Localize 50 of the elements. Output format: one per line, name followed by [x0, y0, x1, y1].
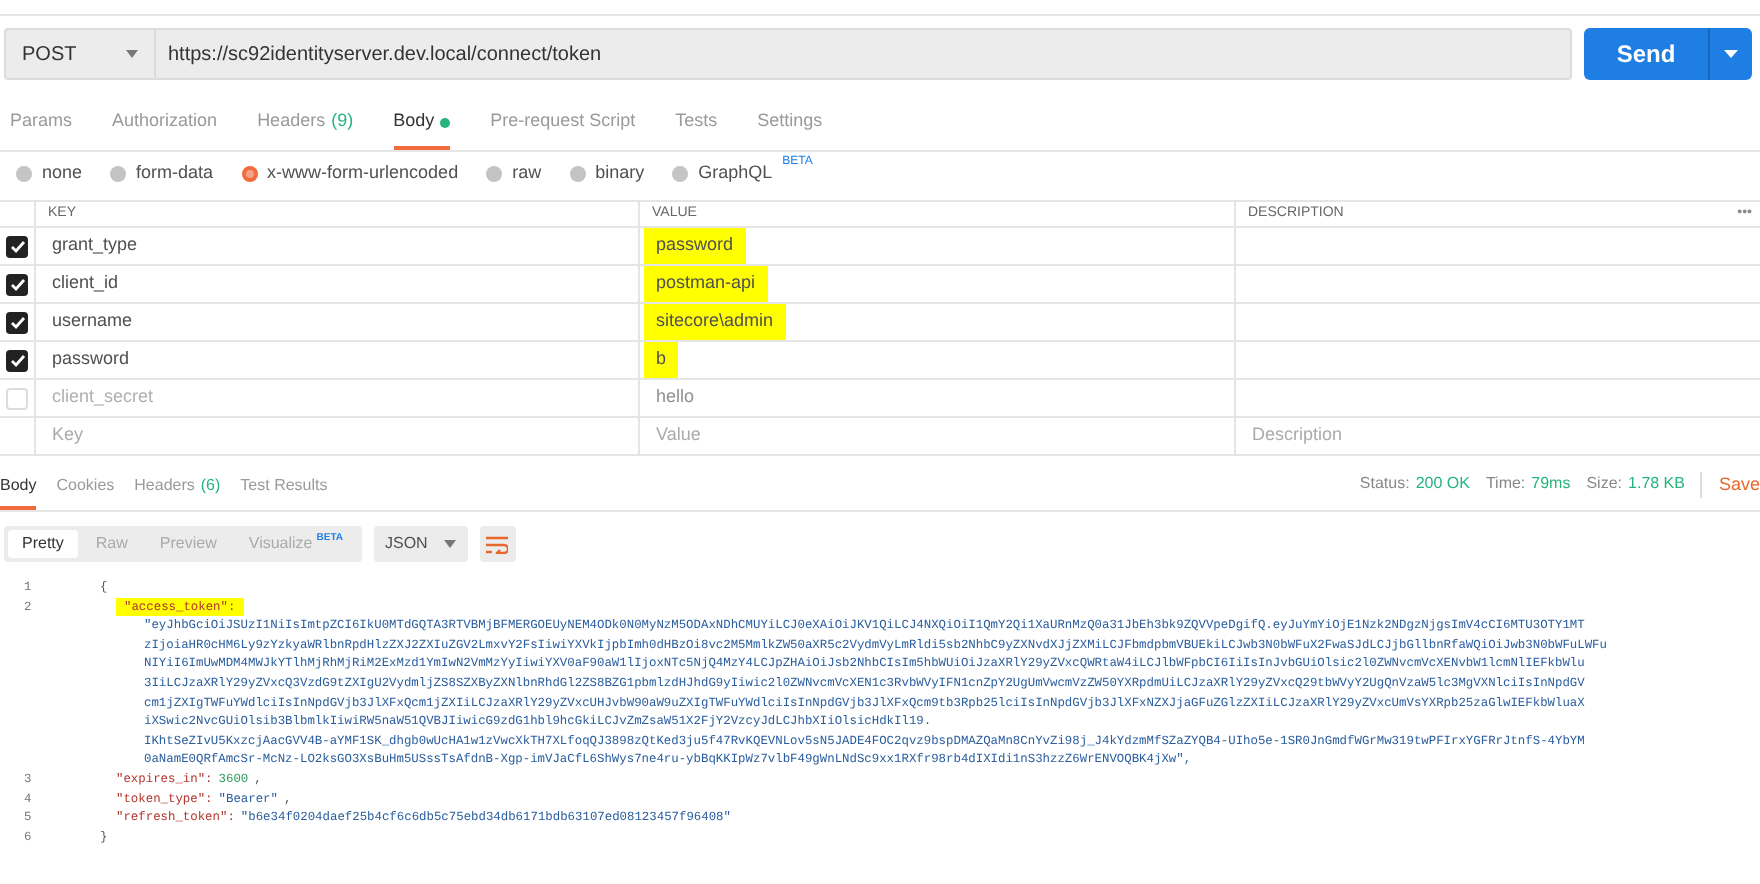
stat-label: Size: [1586, 472, 1623, 497]
stat-value: 200 OK [1415, 472, 1470, 497]
wrap-lines-button[interactable] [479, 526, 516, 562]
key-text: username [52, 308, 133, 335]
input-field[interactable]: Key [52, 422, 638, 450]
body-type-radio[interactable]: binary [569, 160, 645, 188]
value-text: postman-api [644, 266, 768, 302]
response-tab[interactable]: Cookies [56, 466, 115, 510]
save-button[interactable]: Save [1700, 471, 1760, 498]
checkbox[interactable] [6, 387, 28, 409]
checkbox[interactable] [6, 349, 28, 371]
stat-value: 79ms [1531, 472, 1571, 497]
request-tab[interactable]: Body [393, 98, 451, 150]
key-text: grant_type [52, 232, 138, 259]
value-text: b [644, 342, 679, 378]
stat-value: 1.78 KB [1628, 472, 1685, 497]
wrap-icon [486, 535, 509, 553]
stat-label: Status: [1359, 472, 1410, 497]
body-type-radio[interactable]: form-data [110, 160, 214, 188]
body-type-radio[interactable]: x-www-form-urlencoded [241, 160, 459, 188]
checkbox[interactable] [6, 273, 28, 295]
value-text: hello [654, 384, 697, 411]
view-mode-tab[interactable]: Pretty [8, 530, 78, 558]
caret-icon [1724, 50, 1738, 58]
key-text: client_id [52, 270, 119, 297]
response-tab[interactable]: Test Results [240, 466, 328, 510]
request-tab[interactable]: Headers (9) [257, 98, 354, 150]
checkbox[interactable] [6, 235, 28, 257]
value-text: password [644, 228, 746, 264]
response-tab[interactable]: Body [0, 466, 37, 510]
view-mode-tab[interactable]: Preview [145, 530, 231, 558]
body-type-radio[interactable]: none [16, 160, 83, 188]
caret-icon [443, 540, 456, 548]
format-dropdown[interactable]: JSON [373, 526, 468, 562]
input-field[interactable]: Description [1252, 422, 1760, 450]
view-mode-tab[interactable]: Raw [81, 530, 142, 558]
request-tab[interactable]: Params [10, 98, 73, 150]
value-text: sitecore\admin [644, 304, 786, 340]
request-tab[interactable]: Pre-request Script [490, 98, 636, 150]
body-type-radio[interactable]: raw [486, 160, 542, 188]
key-text: client_secret [52, 384, 154, 411]
request-tab[interactable]: Authorization [112, 98, 218, 150]
checkbox[interactable] [6, 311, 28, 333]
stat-label: Time: [1485, 472, 1526, 497]
request-tab[interactable]: Tests [675, 98, 718, 150]
response-tab[interactable]: Headers (6) [134, 466, 221, 510]
body-type-radio[interactable]: GraphQL $^{BETA}$ [672, 160, 813, 188]
input-field[interactable]: Value [656, 422, 1234, 450]
request-tab[interactable]: Settings [757, 98, 823, 150]
key-text: password [52, 346, 130, 373]
